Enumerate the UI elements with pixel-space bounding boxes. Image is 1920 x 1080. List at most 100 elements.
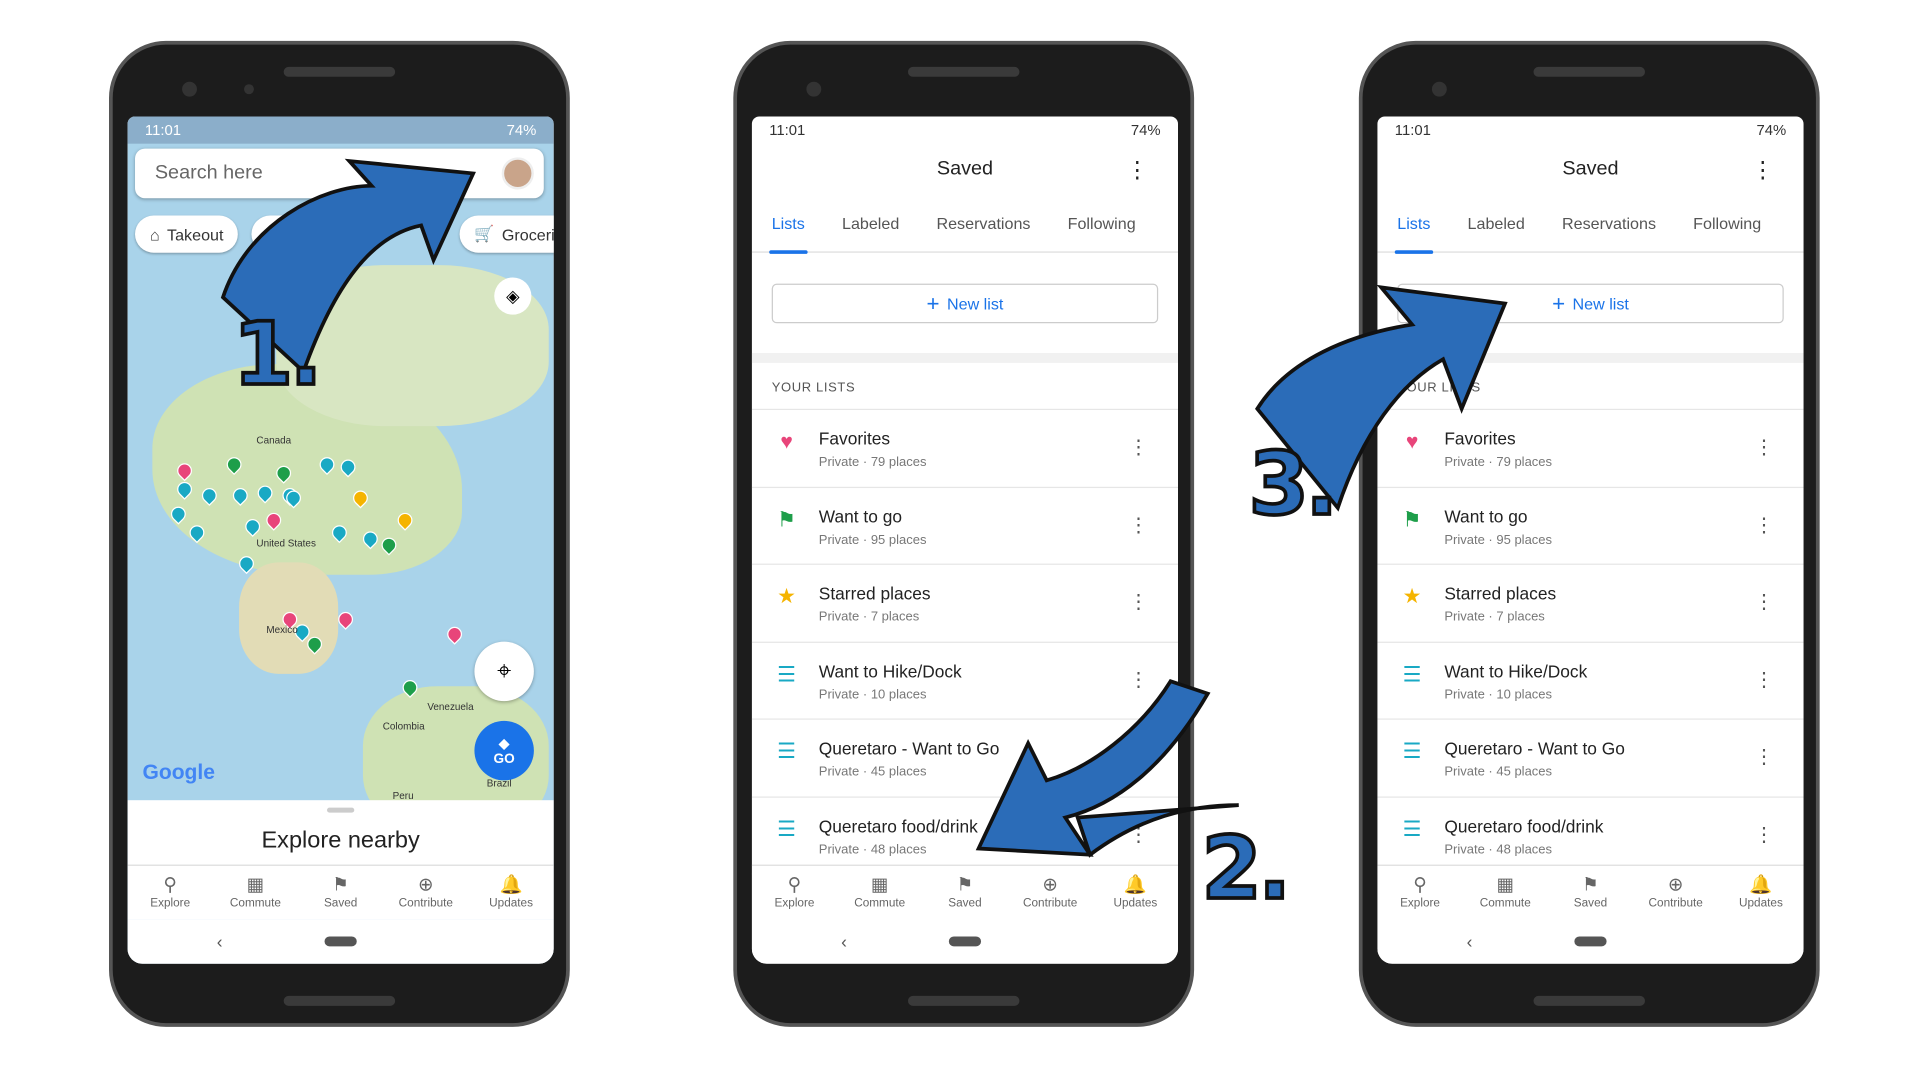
list-item[interactable]: ☰ Want to Hike/Dock Private · 10 places ⋮ xyxy=(1377,642,1804,720)
bottom-nav: ⚲ Explore ▦ Commute ⚑ Saved ⊕ Contribute 🔔 Update… xyxy=(127,864,554,920)
more-options-icon[interactable]: ⋮ xyxy=(1754,590,1774,615)
more-options-icon[interactable]: ⋮ xyxy=(1754,667,1774,692)
map-pin[interactable] xyxy=(444,623,466,645)
tab-reservations[interactable]: Reservations xyxy=(1562,214,1656,233)
new-list-button[interactable]: + New list xyxy=(1397,283,1784,324)
more-options-icon[interactable]: ⋮ xyxy=(1752,157,1774,183)
my-location-button[interactable]: ⌖ xyxy=(474,641,534,702)
pin-icon: ⚲ xyxy=(787,874,802,896)
list-icon: ☰ xyxy=(1402,662,1422,686)
nav-contribute[interactable]: ⊕ Contribute xyxy=(1008,866,1093,919)
phone-saved: 11:01 74% Saved ⋮ Lists Labeled Reservations… xyxy=(733,40,1195,1027)
commute-icon: ▦ xyxy=(1496,874,1515,896)
battery-level: 74% xyxy=(1130,121,1161,139)
nav-commute[interactable]: ▦ Commute xyxy=(1463,866,1548,919)
commute-icon: ▦ xyxy=(246,874,265,896)
list-item[interactable]: ☰ Queretaro - Want to Go Private · 45 plac… xyxy=(751,720,1179,798)
tab-reservations[interactable]: Reservations xyxy=(936,214,1030,233)
crosshair-icon: ⌖ xyxy=(497,657,512,685)
list-item[interactable]: ★ Starred places Private · 7 places ⋮ xyxy=(751,565,1179,643)
tab-following[interactable]: Following xyxy=(1693,214,1761,233)
section-heading: YOUR LISTS xyxy=(1377,353,1804,411)
tab-lists[interactable]: Lists xyxy=(769,214,807,254)
list-item[interactable]: ♥ Favorites Private · 79 places ⋮ xyxy=(751,410,1179,488)
list-item[interactable]: ⚑ Want to go Private · 95 places ⋮ xyxy=(1377,487,1804,565)
home-button[interactable] xyxy=(1574,936,1607,947)
flag-icon: ⚑ xyxy=(1402,507,1422,531)
nav-explore[interactable]: ⚲ Explore xyxy=(128,866,213,919)
more-options-icon[interactable]: ⋮ xyxy=(1128,822,1148,847)
more-options-icon[interactable]: ⋮ xyxy=(1128,435,1148,460)
search-input[interactable]: Search here xyxy=(135,148,544,199)
more-options-icon[interactable]: ⋮ xyxy=(1128,512,1148,537)
chip-hidden[interactable] xyxy=(251,215,326,253)
list-item[interactable]: ☰ Queretaro food/drink Private · 48 places… xyxy=(751,797,1179,875)
nav-saved[interactable]: ⚑ Saved xyxy=(922,866,1007,919)
tab-lists[interactable]: Lists xyxy=(1394,214,1433,254)
flag-icon: ⚑ xyxy=(777,507,797,531)
more-options-icon[interactable]: ⋮ xyxy=(1128,744,1148,769)
more-options-icon[interactable]: ⋮ xyxy=(1128,667,1148,692)
map-pin[interactable] xyxy=(335,608,357,630)
sheet-title: Explore nearby xyxy=(261,827,420,854)
tab-following[interactable]: Following xyxy=(1068,214,1136,233)
pin-icon: ⚲ xyxy=(163,874,177,896)
back-button[interactable]: ‹ xyxy=(1467,932,1473,952)
more-options-icon[interactable]: ⋮ xyxy=(1754,435,1774,460)
plus-icon: + xyxy=(926,290,940,316)
map-label: Canada xyxy=(256,434,292,446)
nav-explore[interactable]: ⚲ Explore xyxy=(1377,866,1462,919)
nav-updates[interactable]: 🔔 Updates xyxy=(1718,866,1803,919)
home-button[interactable] xyxy=(948,936,982,947)
step-3-label: 3. xyxy=(1247,432,1340,537)
list-item[interactable]: ☰ Queretaro food/drink Private · 48 places… xyxy=(1377,797,1804,875)
tab-labeled[interactable]: Labeled xyxy=(1468,214,1525,233)
more-options-icon[interactable]: ⋮ xyxy=(1754,744,1774,769)
avatar[interactable] xyxy=(501,157,534,190)
list-item[interactable]: ⚑ Want to go Private · 95 places ⋮ xyxy=(751,487,1179,565)
more-options-icon[interactable]: ⋮ xyxy=(1754,822,1774,847)
list-item[interactable]: ☰ Want to Hike/Dock Private · 10 places ⋮ xyxy=(751,642,1179,720)
new-list-button[interactable]: + New list xyxy=(771,283,1159,324)
tab-labeled[interactable]: Labeled xyxy=(842,214,899,233)
map-label: Colombia xyxy=(382,720,425,733)
nav-contribute[interactable]: ⊕ Contribute xyxy=(1633,866,1718,919)
explore-nearby-sheet[interactable]: Explore nearby xyxy=(127,800,554,865)
status-time: 11:01 xyxy=(1394,121,1431,139)
nav-updates[interactable]: 🔔 Updates xyxy=(1093,866,1178,919)
chip-takeout[interactable]: ⌂ Takeout xyxy=(135,215,239,253)
nav-saved[interactable]: ⚑ Saved xyxy=(1548,866,1633,919)
step-2-label: 2. xyxy=(1200,816,1293,921)
more-options-icon[interactable]: ⋮ xyxy=(1754,512,1774,537)
nav-updates[interactable]: 🔔 Updates xyxy=(468,866,553,919)
list-item[interactable]: ★ Starred places Private · 7 places ⋮ xyxy=(1377,565,1804,643)
map-label: United States xyxy=(256,537,316,549)
bookmark-icon: ⚑ xyxy=(1582,874,1599,896)
commute-icon: ▦ xyxy=(870,874,889,896)
battery-level: 74% xyxy=(506,121,537,139)
nav-explore[interactable]: ⚲ Explore xyxy=(752,866,837,919)
step-1-label: 1. xyxy=(231,302,324,407)
map-label: Mexico xyxy=(266,624,298,636)
bookmark-icon: ⚑ xyxy=(332,874,349,896)
list-item[interactable]: ☰ Queretaro - Want to Go Private · 45 plac… xyxy=(1377,720,1804,798)
more-options-icon[interactable]: ⋮ xyxy=(1126,157,1148,183)
nav-contribute[interactable]: ⊕ Contribute xyxy=(383,866,468,919)
star-icon: ★ xyxy=(777,584,797,609)
back-button[interactable]: ‹ xyxy=(217,932,223,952)
bookmark-icon: ⚑ xyxy=(956,874,974,896)
list-item[interactable]: ♥ Favorites Private · 79 places ⋮ xyxy=(1377,410,1804,488)
list-icon: ☰ xyxy=(777,739,797,764)
layers-button[interactable]: ◈ xyxy=(494,277,532,315)
bell-icon: 🔔 xyxy=(1749,874,1773,896)
nav-commute[interactable]: ▦ Commute xyxy=(837,866,922,919)
heart-icon: ♥ xyxy=(1405,429,1419,454)
chip-groceries[interactable]: 🛒Groceries xyxy=(459,215,554,253)
nav-saved[interactable]: ⚑ Saved xyxy=(298,866,383,919)
layers-icon: ◈ xyxy=(506,285,520,306)
more-options-icon[interactable]: ⋮ xyxy=(1128,590,1148,615)
home-button[interactable] xyxy=(324,936,357,947)
back-button[interactable]: ‹ xyxy=(841,932,847,952)
nav-commute[interactable]: ▦ Commute xyxy=(213,866,298,919)
go-button[interactable]: ◆ GO xyxy=(474,720,534,781)
